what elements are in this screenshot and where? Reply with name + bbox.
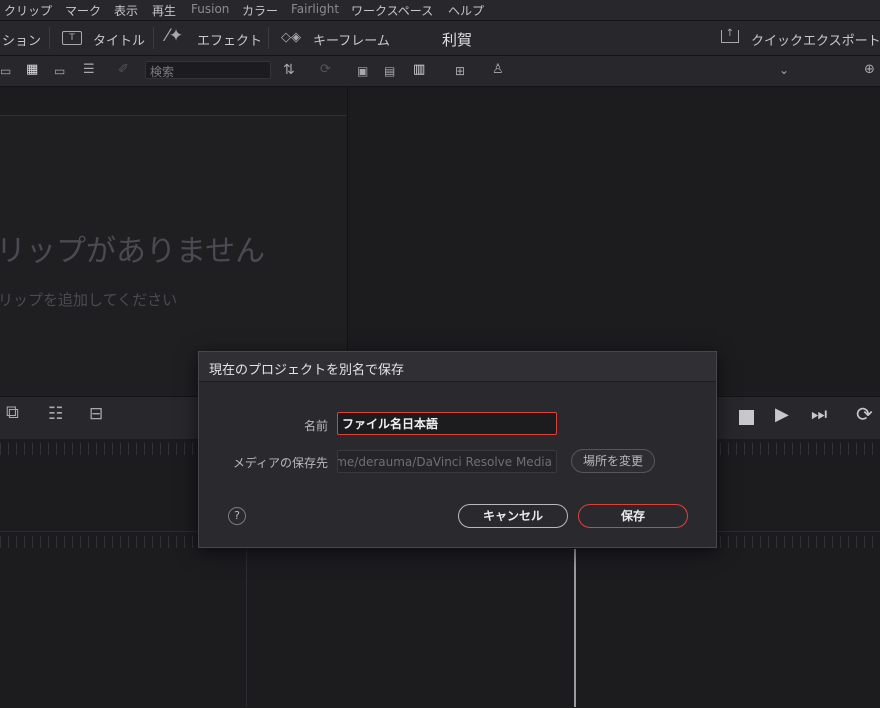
quick-export-button[interactable]: クイックエクスポート <box>751 30 880 49</box>
loop-icon[interactable]: ⟳ <box>856 404 873 424</box>
thumbnail-view-icon[interactable]: ▦ <box>26 63 38 77</box>
viewer-panel <box>347 87 880 395</box>
globe-icon[interactable]: ⊕ <box>864 63 875 77</box>
play-icon[interactable]: ▶ <box>775 406 789 424</box>
person-icon[interactable]: ♙ <box>492 63 504 77</box>
toolbar-title-button[interactable]: タイトル <box>93 30 145 49</box>
change-location-button[interactable]: 場所を変更 <box>571 449 655 473</box>
media-location-field[interactable]: home/derauma/DaVinci Resolve Media <box>337 450 557 473</box>
image-view-icon[interactable]: ▣ <box>357 64 368 78</box>
playhead[interactable] <box>574 549 576 707</box>
media-pool-toolbar: ▭ ▦ ▭ ☰ ✐ ⇅ ⟳ ▣ ▤ ▥ ⊞ ♙ ⌄ ⊕ <box>0 56 880 87</box>
name-label: 名前 <box>303 419 328 433</box>
toolbar-separator <box>49 27 50 49</box>
toolbar: ション T タイトル ⁄✦ エフェクト ◇◈ キーフレーム 利賀 ↑ クイックエ… <box>0 21 880 56</box>
stop-icon[interactable] <box>739 410 754 425</box>
search-input[interactable]: 検索 <box>145 61 271 79</box>
empty-state-hint: リップを追加してください <box>0 291 178 309</box>
filmstrip-view-icon[interactable]: ▭ <box>54 64 65 78</box>
skip-forward-icon[interactable]: ⏭ <box>811 406 827 424</box>
eyedropper-icon[interactable]: ✐ <box>118 63 129 77</box>
list-view-icon[interactable]: ☰ <box>83 63 95 77</box>
menu-bar: クリップ マーク 表示 再生 Fusion カラー Fairlight ワークス… <box>0 0 880 21</box>
menu-help[interactable]: ヘルプ <box>448 2 484 19</box>
timeline-lower <box>0 531 880 708</box>
media-pool-header <box>0 87 346 116</box>
menu-workspace[interactable]: ワークスペース <box>351 2 433 19</box>
toolbar-effects-button[interactable]: エフェクト <box>197 30 262 49</box>
split-clip-icon[interactable]: ⧉ <box>6 404 19 422</box>
filmstrip-icon[interactable]: ▤ <box>384 64 395 78</box>
toolbar-keyframe-button[interactable]: キーフレーム <box>313 30 390 49</box>
menu-mark[interactable]: マーク <box>65 2 101 19</box>
menu-clip[interactable]: クリップ <box>4 2 52 19</box>
grid-icon[interactable]: ⊞ <box>455 64 465 78</box>
title-icon[interactable]: T <box>62 31 82 45</box>
clip-view-icon[interactable]: ▥ <box>413 63 425 77</box>
help-button[interactable]: ? <box>228 507 246 525</box>
project-name-input[interactable] <box>337 412 557 435</box>
magic-wand-icon[interactable]: ⁄✦ <box>166 28 183 45</box>
keyframe-icon[interactable]: ◇◈ <box>281 31 301 45</box>
sort-icon[interactable]: ⇅ <box>283 63 295 77</box>
empty-state-title: リップがありません <box>0 234 266 269</box>
cancel-button[interactable]: キャンセル <box>458 504 568 528</box>
media-location-label: メディアの保存先 <box>232 456 328 470</box>
menu-fairlight[interactable]: Fairlight <box>291 2 339 16</box>
layout-icon[interactable]: ⊟ <box>89 406 103 423</box>
toolbar-separator <box>268 27 269 49</box>
menu-fusion[interactable]: Fusion <box>191 2 229 16</box>
toolbar-separator <box>153 27 154 49</box>
toolbar-transition-label[interactable]: ション <box>2 30 41 49</box>
menu-playback[interactable]: 再生 <box>152 2 176 19</box>
refresh-icon[interactable]: ⟳ <box>320 63 331 77</box>
track-view-icon[interactable]: ☷ <box>48 406 63 423</box>
dialog-title: 現在のプロジェクトを別名で保存 <box>209 363 405 378</box>
menu-color[interactable]: カラー <box>242 2 278 19</box>
save-button[interactable]: 保存 <box>578 504 688 528</box>
chevron-down-icon[interactable]: ⌄ <box>779 63 789 77</box>
metadata-view-icon[interactable]: ▭ <box>0 64 11 78</box>
media-location-value: home/derauma/DaVinci Resolve Media <box>337 455 552 469</box>
project-name: 利賀 <box>442 31 473 49</box>
save-as-dialog: 現在のプロジェクトを別名で保存 名前 メディアの保存先 home/derauma… <box>198 351 717 548</box>
menu-view[interactable]: 表示 <box>114 2 138 19</box>
export-icon[interactable]: ↑ <box>721 29 739 43</box>
dialog-header: 現在のプロジェクトを別名で保存 <box>199 352 716 382</box>
track-divider <box>246 549 247 707</box>
